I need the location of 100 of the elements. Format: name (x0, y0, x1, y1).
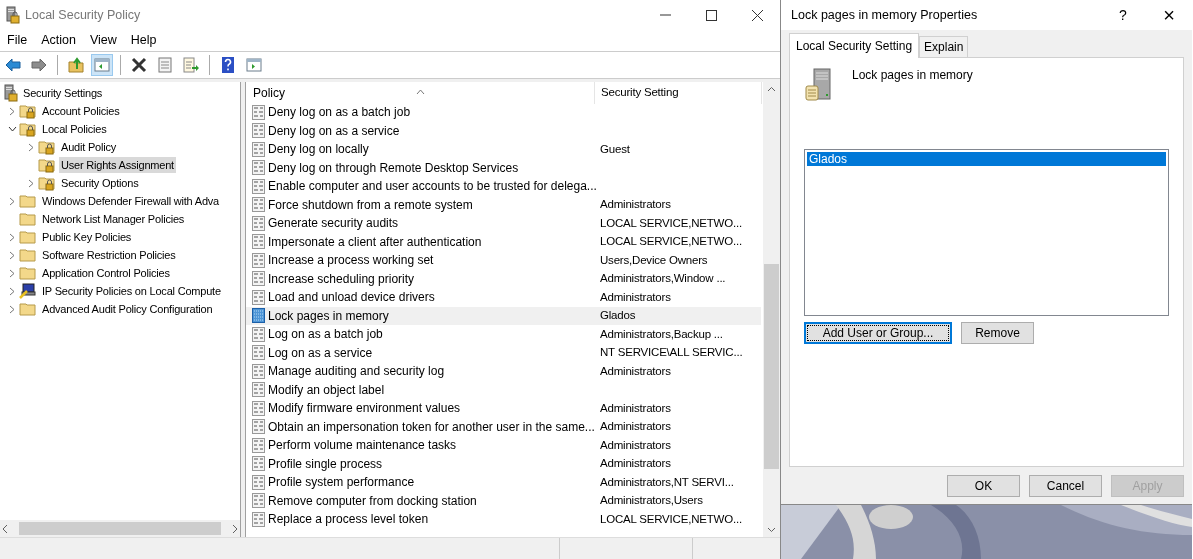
menu-item[interactable]: Action (34, 31, 83, 50)
folder-icon (19, 247, 37, 263)
binary-document-icon (252, 252, 265, 268)
locked-folder-icon (38, 139, 56, 155)
security-setting: Administrators,NT SERVI... (600, 475, 734, 488)
horizontal-scrollbar[interactable] (0, 520, 240, 537)
policy-name: Force shutdown from a remote system (268, 196, 473, 214)
locked-folder-icon (38, 175, 56, 191)
tree-item[interactable]: User Rights Assignment (59, 156, 176, 174)
binary-document-icon (252, 493, 265, 509)
binary-document-icon (252, 456, 265, 472)
policy-name: Deny log on as a service (268, 122, 400, 140)
policy-name: Profile single process (268, 455, 383, 473)
policy-row[interactable]: Deny log on as a service (246, 121, 761, 140)
panel-button[interactable] (91, 54, 113, 76)
menu-item[interactable]: Help (123, 31, 164, 50)
policy-row[interactable]: Profile single process Administrators (246, 454, 761, 473)
dialog-title: Lock pages in memory Properties (791, 6, 979, 24)
security-setting: LOCAL SERVICE,NETWO... (600, 512, 742, 525)
binary-document-icon (252, 437, 265, 453)
tree-item[interactable]: Software Restriction Policies (40, 246, 178, 264)
vertical-scrollbar[interactable] (763, 82, 780, 537)
security-setting: Users,Device Owners (600, 253, 708, 266)
binary-document-icon (252, 178, 265, 194)
policy-row[interactable]: Increase scheduling priority Administrators,Window ... (246, 269, 761, 288)
tree-item[interactable]: IP Security Policies on Local Compute (40, 282, 223, 300)
binary-document-icon (252, 104, 265, 120)
policy-name: Profile system performance (268, 474, 415, 492)
policy-row[interactable]: Lock pages in memory Glados (246, 306, 761, 325)
tree-item[interactable]: Application Control Policies (40, 264, 172, 282)
tree-item[interactable]: Security Options (59, 174, 141, 192)
tree-item[interactable]: Security Settings (21, 84, 105, 102)
policy-row[interactable]: Remove computer from docking station Administrators,Users (246, 491, 761, 510)
policy-row[interactable]: Manage auditing and security log Administrators (246, 362, 761, 381)
policy-row[interactable]: Obtain an impersonation token for another user in the same... Administrators (246, 417, 761, 436)
server-lock-icon (4, 6, 20, 25)
tab[interactable]: Local Security Setting (789, 33, 920, 58)
policy-row[interactable]: Load and unload device drivers Administrators (246, 288, 761, 307)
tree-item[interactable]: Local Policies (40, 120, 109, 138)
scroll-right-icon[interactable] (231, 524, 238, 533)
policy-row[interactable]: Increase a process working set Users,Device Owners (246, 251, 761, 270)
locked-folder-icon (38, 157, 56, 173)
export-list-button[interactable] (180, 54, 202, 76)
button[interactable]: Remove (961, 322, 1034, 344)
button[interactable]: Add User or Group... (804, 322, 952, 344)
policy-name: Perform volume maintenance tasks (268, 437, 457, 455)
locked-folder-icon (19, 103, 37, 119)
policy-name: Lock pages in memory (852, 67, 973, 84)
scroll-left-icon[interactable] (2, 524, 9, 533)
policy-row[interactable]: Perform volume maintenance tasks Administrators (246, 436, 761, 455)
folder-icon (19, 301, 37, 317)
policy-name: Impersonate a client after authentication (268, 233, 482, 251)
policy-name: Increase scheduling priority (268, 270, 415, 288)
binary-document-icon (252, 289, 265, 305)
security-setting: NT SERVICE\ALL SERVIC... (600, 346, 743, 359)
list-item[interactable]: Glados (807, 152, 1166, 166)
close-button[interactable]: × (1146, 0, 1192, 30)
column-header[interactable]: Security Setting (594, 82, 761, 104)
tree-item[interactable]: Public Key Policies (40, 228, 134, 246)
security-setting: LOCAL SERVICE,NETWO... (600, 235, 742, 248)
tree-item[interactable]: Account Policies (40, 102, 122, 120)
users-list[interactable]: Glados (804, 149, 1169, 316)
security-setting: Administrators (600, 457, 671, 470)
tree-item[interactable]: Network List Manager Policies (40, 210, 187, 228)
policy-name: Modify an object label (268, 381, 385, 399)
security-setting: Administrators (600, 290, 671, 303)
binary-document-icon (252, 160, 265, 176)
policy-row[interactable]: Deny log on through Remote Desktop Services (246, 158, 761, 177)
policy-row[interactable]: Replace a process level token LOCAL SERVICE,NETWO... (246, 510, 761, 529)
button[interactable]: OK (947, 475, 1020, 497)
column-header[interactable]: Policy (246, 83, 594, 102)
security-setting: Administrators (600, 401, 671, 414)
policy-name: Deny log on locally (268, 141, 369, 159)
folder-icon (19, 265, 37, 281)
policy-row[interactable]: Force shutdown from a remote system Administrators (246, 195, 761, 214)
tab[interactable]: Explain (919, 36, 969, 57)
security-setting: Administrators,Window ... (600, 272, 726, 285)
help-button[interactable]: ? (1100, 0, 1146, 30)
policy-name: Log on as a service (268, 344, 373, 362)
policy-row[interactable]: Modify firmware environment values Administrators (246, 399, 761, 418)
policy-name: Increase a process working set (268, 252, 434, 270)
policy-row[interactable]: Modify an object label (246, 380, 761, 399)
policy-name: Manage auditing and security log (268, 363, 445, 381)
tree-item[interactable]: Windows Defender Firewall with Adva (40, 192, 222, 210)
policy-row[interactable]: Log on as a batch job Administrators,Backup ... (246, 325, 761, 344)
menu-item[interactable]: File (0, 31, 35, 50)
button[interactable]: Cancel (1029, 475, 1102, 497)
policy-row[interactable]: Log on as a service NT SERVICE\ALL SERVIC... (246, 343, 761, 362)
menu-item[interactable]: View (82, 31, 124, 50)
policy-row[interactable]: Enable computer and user accounts to be trusted for delega... (246, 177, 761, 196)
tree-item[interactable]: Audit Policy (59, 138, 119, 156)
policy-row[interactable]: Profile system performance Administrators,NT SERVI... (246, 473, 761, 492)
tree-item[interactable]: Advanced Audit Policy Configuration (40, 300, 215, 318)
window-title: Local Security Policy (25, 6, 142, 24)
policy-row[interactable]: Deny log on locally Guest (246, 140, 761, 159)
policy-row[interactable]: Generate security audits LOCAL SERVICE,NETWO... (246, 214, 761, 233)
binary-document-icon (252, 382, 265, 398)
policy-row[interactable]: Impersonate a client after authentication LOCAL SERVICE,NETWO... (246, 232, 761, 251)
binary-document-icon (252, 308, 265, 324)
policy-row[interactable]: Deny log on as a batch job (246, 103, 761, 122)
